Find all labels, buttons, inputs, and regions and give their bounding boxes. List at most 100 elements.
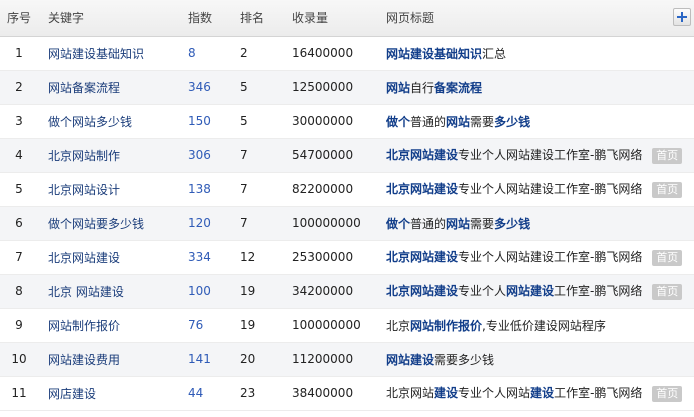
keyword-link[interactable]: 北京 网站建设 (48, 285, 124, 299)
title-highlight: 网站 (386, 80, 411, 95)
title-text: 专业个人网站建设工作室-鹏飞网络 (458, 250, 643, 265)
title-highlight: 多少钱 (494, 114, 531, 129)
title-highlight: 北京网站建设 (386, 284, 459, 299)
row-no: 4 (0, 138, 38, 173)
keyword-rank-panel: 序号 关键字 指数 排名 收录量 网页标题 1 网站建设基础知识 8 2 164… (0, 0, 694, 417)
index-link[interactable]: 306 (188, 148, 211, 162)
rank-value: 20 (232, 342, 284, 377)
title-text: 工作室-鹏飞网络 (554, 284, 643, 299)
volume-value: 100000000 (284, 308, 380, 343)
index-cell: 120 (178, 206, 232, 241)
keyword-link[interactable]: 北京网站制作 (48, 149, 120, 163)
table-row: 11 网店建设 44 23 38400000 北京网站建设专业个人网站建设工作室… (0, 376, 694, 411)
header-volume: 收录量 (284, 0, 380, 37)
volume-value: 34200000 (284, 274, 380, 309)
rank-value: 5 (232, 70, 284, 105)
index-cell: 8 (178, 36, 232, 71)
keyword-cell: 网站备案流程 (38, 70, 178, 105)
index-link[interactable]: 120 (188, 216, 211, 230)
title-cell: 北京网站建设专业个人网站建设工作室-鹏飞网络 首页 (380, 376, 694, 411)
page-title-link[interactable]: 北京网站建设专业个人网站建设工作室-鹏飞网络 (386, 284, 642, 298)
rank-value: 2 (232, 36, 284, 71)
volume-value: 16400000 (284, 36, 380, 71)
volume-value: 100000000 (284, 206, 380, 241)
title-text: 自行 (410, 80, 435, 95)
title-cell: 做个普通的网站需要多少钱 (380, 206, 694, 241)
keyword-cell: 北京 网站建设 (38, 274, 178, 309)
index-link[interactable]: 100 (188, 284, 211, 298)
home-badge: 首页 (652, 283, 683, 300)
index-link[interactable]: 141 (188, 352, 211, 366)
table-header: 序号 关键字 指数 排名 收录量 网页标题 (0, 0, 694, 37)
page-title-link[interactable]: 北京网站建设专业个人网站建设工作室-鹏飞网络 (386, 250, 642, 264)
title-cell: 网站建设基础知识汇总 (380, 36, 694, 71)
index-link[interactable]: 76 (188, 318, 203, 332)
keyword-link[interactable]: 做个网站要多少钱 (48, 217, 144, 231)
keyword-link[interactable]: 网站建设费用 (48, 353, 120, 367)
title-cell: 北京网站制作报价,专业低价建设网站程序 (380, 308, 694, 343)
page-title-link[interactable]: 北京网站建设专业个人网站建设工作室-鹏飞网络 (386, 148, 642, 162)
row-no: 6 (0, 206, 38, 241)
title-text: 普通的 (410, 114, 447, 129)
index-cell: 150 (178, 104, 232, 139)
index-cell: 138 (178, 172, 232, 207)
title-cell: 北京网站建设专业个人网站建设工作室-鹏飞网络 首页 (380, 274, 694, 309)
header-rank: 排名 (232, 0, 284, 37)
title-highlight: 网站 (446, 216, 471, 231)
index-link[interactable]: 44 (188, 386, 203, 400)
rank-value: 5 (232, 104, 284, 139)
keyword-link[interactable]: 做个网站多少钱 (48, 115, 132, 129)
page-title-link[interactable]: 北京网站建设专业个人网站建设工作室-鹏飞网络 (386, 182, 642, 196)
add-button[interactable] (673, 8, 691, 26)
volume-value: 11200000 (284, 342, 380, 377)
plus-icon (674, 9, 690, 25)
index-cell: 44 (178, 376, 232, 411)
keyword-cell: 网店建设 (38, 376, 178, 411)
page-title-link[interactable]: 做个普通的网站需要多少钱 (386, 115, 530, 129)
header-no: 序号 (0, 0, 38, 37)
row-no: 9 (0, 308, 38, 343)
title-cell: 北京网站建设专业个人网站建设工作室-鹏飞网络 首页 (380, 172, 694, 207)
keyword-link[interactable]: 网店建设 (48, 387, 96, 401)
table-row: 5 北京网站设计 138 7 82200000 北京网站建设专业个人网站建设工作… (0, 172, 694, 207)
index-cell: 346 (178, 70, 232, 105)
page-title-link[interactable]: 北京网站建设专业个人网站建设工作室-鹏飞网络 (386, 386, 642, 400)
header-row: 序号 关键字 指数 排名 收录量 网页标题 (0, 0, 694, 37)
row-no: 10 (0, 342, 38, 377)
title-text: 汇总 (482, 46, 507, 61)
keyword-link[interactable]: 北京网站设计 (48, 183, 120, 197)
rank-value: 19 (232, 274, 284, 309)
page-title-link[interactable]: 北京网站制作报价,专业低价建设网站程序 (386, 319, 606, 333)
index-link[interactable]: 334 (188, 250, 211, 264)
keyword-cell: 北京网站设计 (38, 172, 178, 207)
table-row: 1 网站建设基础知识 8 2 16400000 网站建设基础知识汇总 (0, 36, 694, 71)
page-title-link[interactable]: 做个普通的网站需要多少钱 (386, 217, 530, 231)
row-no: 7 (0, 240, 38, 275)
keyword-link[interactable]: 网站备案流程 (48, 81, 120, 95)
title-cell: 北京网站建设专业个人网站建设工作室-鹏飞网络 首页 (380, 240, 694, 275)
keyword-cell: 网站制作报价 (38, 308, 178, 343)
row-no: 2 (0, 70, 38, 105)
rank-value: 7 (232, 172, 284, 207)
index-link[interactable]: 346 (188, 80, 211, 94)
home-badge: 首页 (652, 147, 683, 164)
title-text: 专业个人网站建设工作室-鹏飞网络 (458, 148, 643, 163)
index-cell: 100 (178, 274, 232, 309)
keyword-link[interactable]: 网站制作报价 (48, 319, 120, 333)
title-cell: 做个普通的网站需要多少钱 (380, 104, 694, 139)
title-text: ,专业低价建设网站程序 (482, 318, 606, 333)
index-link[interactable]: 138 (188, 182, 211, 196)
home-badge: 首页 (652, 385, 683, 402)
index-link[interactable]: 150 (188, 114, 211, 128)
page-title-link[interactable]: 网站建设基础知识汇总 (386, 47, 506, 61)
page-title-link[interactable]: 网站建设需要多少钱 (386, 353, 494, 367)
title-highlight: 网站 (446, 114, 471, 129)
volume-value: 82200000 (284, 172, 380, 207)
title-cell: 北京网站建设专业个人网站建设工作室-鹏飞网络 首页 (380, 138, 694, 173)
page-title-link[interactable]: 网站自行备案流程 (386, 81, 482, 95)
keyword-cell: 网站建设费用 (38, 342, 178, 377)
keyword-link[interactable]: 北京网站建设 (48, 251, 120, 265)
keyword-link[interactable]: 网站建设基础知识 (48, 47, 144, 61)
table-body: 1 网站建设基础知识 8 2 16400000 网站建设基础知识汇总 2 网站备… (0, 36, 694, 411)
index-link[interactable]: 8 (188, 46, 196, 60)
